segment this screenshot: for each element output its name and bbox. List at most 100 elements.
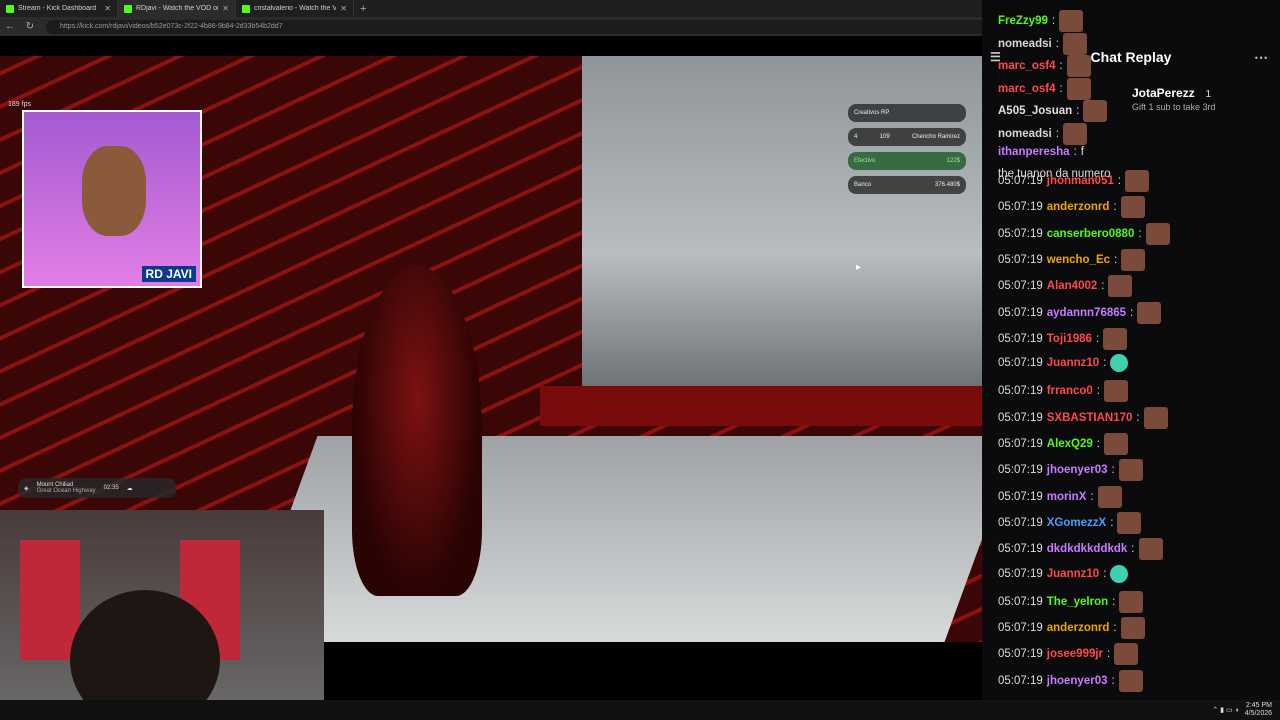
more-options-icon[interactable]: ⋯: [1254, 49, 1268, 66]
chat-message: marc_osf4:: [998, 77, 1091, 100]
colon: :: [1130, 306, 1134, 319]
chat-message: 05:07:19 SXBASTIAN170:: [998, 406, 1168, 429]
chat-username[interactable]: Juannz10: [1047, 568, 1099, 580]
chat-username[interactable]: Toji1986: [1047, 333, 1092, 345]
chat-timestamp: 05:07:19: [998, 357, 1043, 370]
chat-message: 05:07:19 Toji1986:: [998, 327, 1128, 350]
chat-message: 05:07:19 Juannz10:: [998, 564, 1129, 583]
chat-username[interactable]: nomeadsi: [998, 38, 1052, 50]
chat-timestamp: 05:07:19: [998, 622, 1043, 635]
clock[interactable]: 2:45 PM 4/5/2026: [1245, 702, 1272, 718]
location-box: ◈ Mount Chiliad Great Ocean Highway 02:3…: [18, 478, 176, 498]
chat-message: marc_osf4:: [998, 55, 1091, 78]
emote-icon: [1119, 590, 1144, 613]
colon: :: [1103, 357, 1107, 370]
chat-username[interactable]: dkdkdkkddkdk: [1047, 543, 1128, 555]
chat-message: 05:07:19 anderzonrd:: [998, 196, 1145, 219]
chat-timestamp: 05:07:19: [998, 464, 1043, 477]
taskbar: ⌃ ▮ ▭ ◑ 2:45 PM 4/5/2026: [0, 700, 1280, 720]
chat-timestamp: 05:07:19: [998, 411, 1043, 424]
chat-username[interactable]: marc_osf4: [998, 60, 1056, 72]
reload-icon[interactable]: ↻: [20, 21, 40, 32]
chat-username[interactable]: canserbero0880: [1047, 228, 1135, 240]
browser-tab[interactable]: Stream - Kick Dashboard ✕: [0, 0, 118, 17]
colon: :: [1111, 674, 1115, 687]
chat-message: nomeadsi:: [998, 123, 1087, 145]
emote-icon: [1059, 10, 1084, 32]
hud-player-name: Chencho Ramirez: [911, 134, 960, 140]
close-icon[interactable]: ✕: [222, 4, 229, 13]
close-icon[interactable]: ✕: [104, 4, 111, 13]
chat-username[interactable]: FreZzy99: [998, 15, 1048, 27]
chat-username[interactable]: wencho_Ec: [1047, 254, 1110, 266]
weather-icon: ☁: [126, 485, 133, 492]
emote-icon: [1121, 248, 1146, 271]
chat-username[interactable]: The_yelron: [1047, 596, 1108, 608]
chat-username[interactable]: Alan4002: [1047, 280, 1098, 292]
colon: :: [1101, 280, 1105, 293]
colon: :: [1055, 128, 1059, 140]
colon: :: [1131, 543, 1135, 556]
chat-timestamp: 05:07:19: [998, 567, 1043, 580]
chat-username[interactable]: jhonman051: [1047, 175, 1114, 187]
back-icon[interactable]: ←: [0, 21, 20, 32]
chat-username[interactable]: josee999jr: [1047, 648, 1103, 660]
emote-icon: [1118, 669, 1143, 692]
chat-message: 05:07:19 Alan4002:: [998, 275, 1133, 298]
chat-username[interactable]: aydannn76865: [1047, 307, 1126, 319]
chat-username[interactable]: jhoenyer03: [1047, 464, 1108, 476]
emote-icon: [1137, 301, 1162, 324]
chat-username[interactable]: morinX: [1047, 491, 1087, 503]
chat-message: 05:07:19 jhoenyer03:: [998, 669, 1143, 692]
emote-icon: [1097, 485, 1122, 508]
colon: :: [1111, 464, 1115, 477]
chat-message: 05:07:19 morinX:: [998, 485, 1122, 508]
chat-username[interactable]: marc_osf4: [998, 83, 1056, 95]
game-time: 02:35: [103, 485, 119, 491]
chat-username[interactable]: ithanperesha: [998, 146, 1070, 158]
chat-message: 05:07:19 XGomezzX:: [998, 511, 1142, 534]
chat-username[interactable]: jhoenyer03: [1047, 675, 1108, 687]
chat-username[interactable]: AlexQ29: [1047, 438, 1093, 450]
kick-icon: [124, 4, 132, 13]
streamer-name: RD JAVI: [141, 266, 196, 282]
colon: :: [1113, 622, 1117, 635]
colon: :: [1112, 595, 1116, 608]
hud-server: Creativos RP: [848, 104, 966, 122]
hud-player: 4 109 Chencho Ramirez: [848, 128, 966, 146]
player-character: [352, 266, 482, 596]
chat-title: Chat Replay: [1090, 49, 1172, 65]
hud-level: 4: [854, 134, 858, 140]
gift-banner[interactable]: JotaPerezz 1 Gift 1 sub to take 3rd: [1132, 86, 1272, 112]
chat-timestamp: 05:07:19: [998, 595, 1043, 608]
chat-message: 05:07:19 aydannn76865:: [998, 301, 1162, 324]
browser-tab[interactable]: cristalvalerio - Watch the VOD on ✕: [236, 0, 354, 17]
close-icon[interactable]: ✕: [340, 4, 347, 13]
chat-message: 05:07:19 Juannz10:: [998, 354, 1129, 373]
chat-message: nomeadsi:: [998, 32, 1087, 55]
chat-message: 05:07:19 josee999jr:: [998, 643, 1139, 666]
emote-icon: [1104, 380, 1128, 403]
chat-username[interactable]: frranco0: [1047, 385, 1093, 397]
chat-username[interactable]: nomeadsi: [998, 128, 1052, 140]
chat-username[interactable]: anderzonrd: [1047, 622, 1110, 634]
hud-bank: Banco 376.480$: [848, 176, 966, 194]
fps-counter: 189 fps: [8, 101, 31, 108]
chat-username[interactable]: Juannz10: [1047, 357, 1099, 369]
emote-icon: [1066, 77, 1091, 100]
colon: :: [1110, 516, 1114, 529]
colon: :: [1103, 567, 1107, 580]
chat-message: 05:07:19 frranco0:: [998, 380, 1128, 403]
new-tab-button[interactable]: +: [360, 3, 366, 15]
chat-username[interactable]: XGomezzX: [1047, 517, 1106, 529]
browser-tab[interactable]: RDjavi - Watch the VOD on K ✕: [118, 0, 236, 17]
curtain: [20, 540, 80, 660]
chat-username[interactable]: A505_Josuan: [998, 105, 1072, 117]
mouse-cursor-icon: ▸: [856, 262, 862, 273]
colon: :: [1096, 385, 1100, 398]
url-field[interactable]: https://kick.com/rdjavi/videos/b52e073c-…: [46, 19, 1066, 34]
chat-username[interactable]: anderzonrd: [1047, 201, 1110, 213]
chat-username[interactable]: SXBASTIAN170: [1047, 412, 1133, 424]
chat-panel: ☰ Chat Replay ⋯ JotaPerezz 1 Gift 1 sub …: [982, 0, 1280, 700]
tray-icons[interactable]: ⌃ ▮ ▭ ◑: [1212, 706, 1238, 714]
